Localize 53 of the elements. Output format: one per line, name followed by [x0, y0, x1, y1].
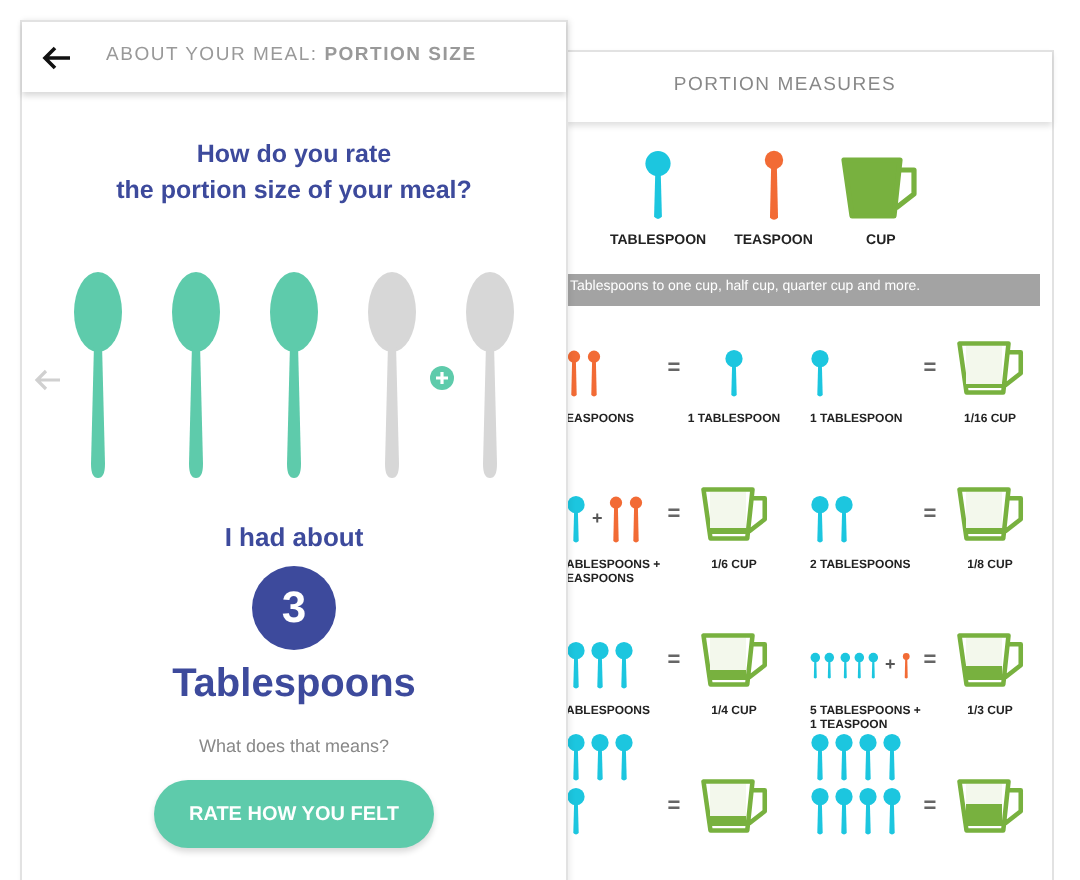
question-text: How do you rate the portion size of your meal?: [116, 138, 472, 208]
amount-badge: 3: [252, 565, 336, 649]
equals-sign: =: [665, 646, 683, 676]
equals-sign: =: [921, 646, 939, 676]
teaspoon-icon: [628, 495, 645, 543]
tablespoon-icon: [614, 641, 634, 689]
back-arrow-icon[interactable]: [42, 45, 72, 69]
amount-caption: I had about: [224, 520, 364, 556]
spoon-icon[interactable]: [464, 272, 516, 480]
tablespoon-icon: [566, 641, 586, 689]
equals-sign: =: [665, 354, 683, 384]
tablespoon-icon: [724, 349, 744, 397]
plus-sign: +: [882, 651, 898, 678]
tablespoon-icon: [834, 787, 854, 835]
teaspoon-icon: [608, 495, 625, 543]
spoon-icon[interactable]: [366, 272, 418, 480]
equals-sign: =: [665, 500, 683, 530]
tablespoon-icon: [810, 733, 830, 781]
unit-text: Tablespoons: [172, 659, 416, 709]
spoon-icon[interactable]: [72, 272, 124, 480]
tablespoon-icon: [590, 641, 610, 689]
tablespoon-icon: [644, 150, 673, 222]
screen-title: PORTION MEASURES: [673, 72, 897, 101]
tablespoon-icon: [614, 733, 634, 781]
equals-sign: =: [921, 792, 939, 822]
tablespoon-icon: [810, 495, 830, 543]
teaspoon-icon: [586, 349, 602, 397]
tablespoon-icon: [834, 733, 854, 781]
tablespoon-icon: [858, 787, 878, 835]
rate-button[interactable]: RATE HOW YOU FELT: [154, 780, 434, 848]
spoon-icon[interactable]: [170, 272, 222, 480]
tablespoon-icon: [566, 787, 586, 835]
measuring-cup-icon: [840, 154, 921, 222]
tablespoon-icon: [590, 733, 610, 781]
tablespoon-icon: [882, 733, 902, 781]
equals-sign: =: [665, 792, 683, 822]
tablespoon-icon: [810, 349, 830, 397]
tablespoon-icon: [834, 495, 854, 543]
tablespoon-icon: [858, 733, 878, 781]
teaspoon-icon: [566, 349, 582, 397]
equals-sign: =: [921, 354, 939, 384]
tablespoon-icon: [566, 733, 586, 781]
tablespoon-icon: [566, 495, 586, 543]
add-icon[interactable]: [430, 366, 454, 390]
plus-sign: +: [590, 505, 605, 532]
tablespoon-icon: [882, 787, 902, 835]
equals-sign: =: [921, 500, 939, 530]
screen-title: ABOUT YOUR MEAL: PORTION SIZE: [106, 42, 477, 71]
help-link[interactable]: What does that means?: [198, 733, 390, 760]
tablespoon-icon: [810, 787, 830, 835]
previous-arrow-icon[interactable]: [34, 368, 62, 392]
teaspoon-icon: [761, 150, 786, 222]
spoon-icon[interactable]: [268, 272, 320, 480]
